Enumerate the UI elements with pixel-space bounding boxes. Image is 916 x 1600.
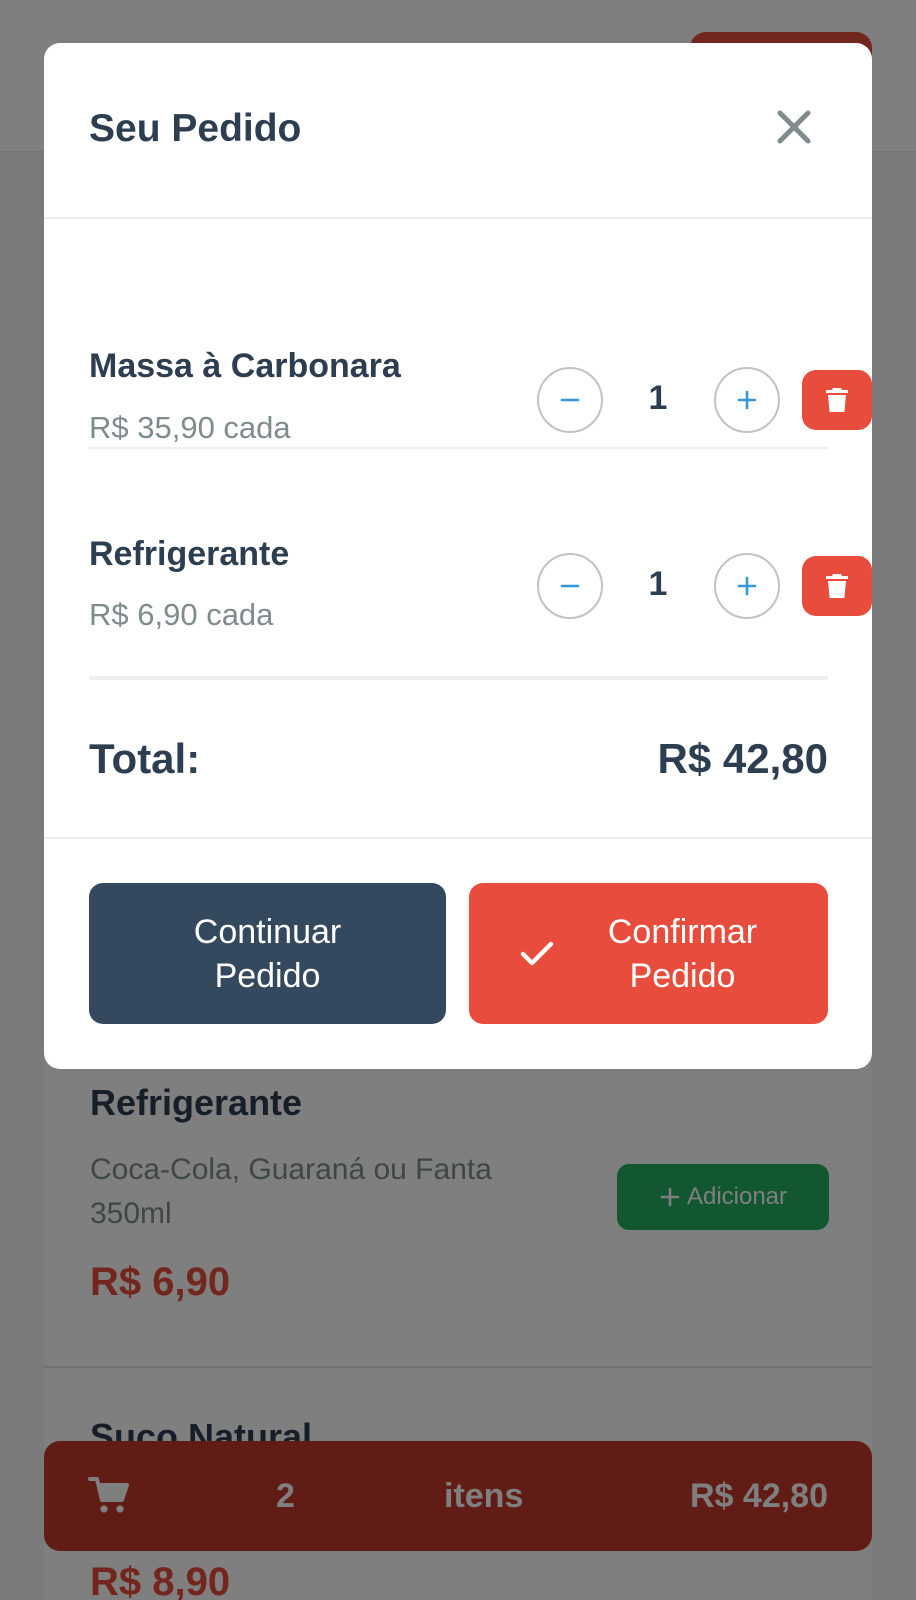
confirm-order-button[interactable]: Confirmar Pedido [469, 883, 828, 1024]
decrease-quantity-button[interactable] [537, 553, 603, 619]
order-item: Massa à Carbonara R$ 35,90 cada 1 [89, 263, 872, 449]
divider [44, 837, 872, 839]
cart-total: R$ 42,80 [690, 1477, 828, 1515]
modal-title: Seu Pedido [89, 107, 302, 150]
cart-items-label: itens [444, 1477, 524, 1515]
total-label: Total: [89, 735, 201, 782]
increase-quantity-button[interactable] [714, 367, 780, 433]
continue-order-button[interactable]: Continuar Pedido [89, 883, 446, 1024]
continue-order-label: Continuar Pedido [193, 912, 342, 995]
remove-item-button[interactable] [802, 370, 872, 430]
trash-icon [826, 574, 848, 598]
minus-icon [560, 398, 580, 402]
increase-quantity-button[interactable] [714, 553, 780, 619]
order-item-unit-price: R$ 6,90 cada [89, 597, 274, 632]
order-modal: Seu Pedido Massa à Carbonara R$ 35,90 ca… [44, 43, 872, 1069]
cart-item-count: 2 [276, 1477, 295, 1515]
remove-item-button[interactable] [802, 556, 872, 616]
check-icon [520, 941, 553, 965]
divider [89, 676, 828, 680]
modal-header: Seu Pedido [44, 43, 872, 219]
plus-icon [737, 576, 757, 596]
cart-icon [88, 1477, 129, 1513]
order-item-unit-price: R$ 35,90 cada [89, 410, 291, 445]
close-icon [777, 110, 811, 144]
quantity-value: 1 [648, 379, 668, 417]
minus-icon [560, 584, 580, 588]
confirm-order-label: Confirmar Pedido [607, 912, 758, 995]
trash-icon [826, 388, 848, 412]
total-value: R$ 42,80 [657, 735, 828, 782]
order-item-name: Refrigerante [89, 535, 290, 573]
close-button[interactable] [772, 105, 816, 149]
quantity-value: 1 [648, 565, 668, 603]
plus-icon [737, 390, 757, 410]
cart-summary-bar[interactable]: 2 itens R$ 42,80 [44, 1441, 872, 1551]
order-item: Refrigerante R$ 6,90 cada 1 [89, 449, 872, 635]
order-item-name: Massa à Carbonara [89, 347, 401, 385]
decrease-quantity-button[interactable] [537, 367, 603, 433]
